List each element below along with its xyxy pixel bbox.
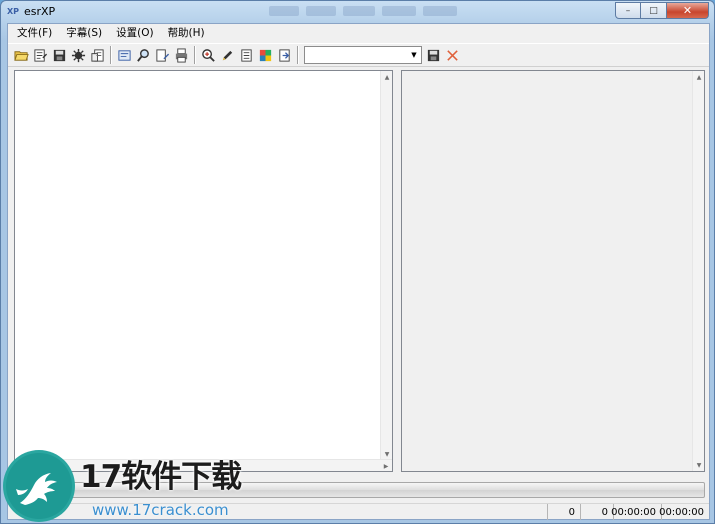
dragon-logo-icon xyxy=(3,450,75,522)
process-icon xyxy=(71,48,86,62)
save-as-button[interactable] xyxy=(31,46,50,65)
toolbar-separator xyxy=(297,46,299,64)
export-icon xyxy=(279,48,290,62)
document-icon xyxy=(241,48,252,62)
status-time-start: 00:00:00 xyxy=(611,504,661,520)
edit-file-icon xyxy=(156,48,170,62)
pen-button[interactable] xyxy=(218,46,237,65)
watermark-url: www.17crack.com xyxy=(92,501,229,519)
watermark: 17软件下载 www.17crack.com xyxy=(0,445,260,524)
properties-icon xyxy=(91,48,104,62)
background-blur xyxy=(306,6,336,16)
save-icon xyxy=(53,49,66,61)
toolbar: ▼ xyxy=(8,43,709,67)
window-controls: – □ ✕ xyxy=(615,2,709,19)
print-button[interactable] xyxy=(172,46,191,65)
status-count-b: 0 xyxy=(580,504,613,520)
scroll-down-icon[interactable]: ▼ xyxy=(693,459,705,471)
zoom-button[interactable] xyxy=(199,46,218,65)
maximize-button[interactable]: □ xyxy=(641,2,667,19)
status-count-a: 0 xyxy=(547,504,580,520)
window-title: esrXP xyxy=(24,5,56,18)
document-button[interactable] xyxy=(237,46,256,65)
menu-file[interactable]: 文件(F) xyxy=(10,25,59,42)
subtitle-list-pane[interactable]: ▲ ▼ ▶ xyxy=(14,70,393,472)
toolbar-separator xyxy=(194,46,196,64)
save-icon xyxy=(427,49,440,61)
scroll-up-icon[interactable]: ▲ xyxy=(693,71,705,83)
vertical-scrollbar[interactable]: ▲ ▼ xyxy=(380,71,392,460)
delete-button[interactable] xyxy=(443,46,462,65)
search-icon xyxy=(137,48,149,62)
vertical-scrollbar[interactable]: ▲ ▼ xyxy=(692,71,704,471)
toolbar-separator xyxy=(110,46,112,64)
menu-help[interactable]: 帮助(H) xyxy=(161,25,212,42)
status-time-end: 00:00:00 xyxy=(659,504,709,520)
subtitle-icon xyxy=(118,49,131,61)
menu-settings[interactable]: 设置(O) xyxy=(109,25,160,42)
pen-icon xyxy=(222,50,233,60)
save-as-icon xyxy=(34,48,48,62)
scroll-up-icon[interactable]: ▲ xyxy=(381,71,393,83)
search-button[interactable] xyxy=(134,46,153,65)
properties-button[interactable] xyxy=(88,46,107,65)
delete-icon xyxy=(447,49,458,61)
combo-save-button[interactable] xyxy=(424,46,443,65)
background-blur xyxy=(382,6,416,16)
menu-subtitle[interactable]: 字幕(S) xyxy=(59,25,109,42)
title-bar[interactable]: XP esrXP – □ ✕ xyxy=(1,1,714,23)
process-button[interactable] xyxy=(69,46,88,65)
preview-pane[interactable]: ▲ ▼ xyxy=(401,70,705,472)
print-icon xyxy=(175,47,188,63)
subtitle-button[interactable] xyxy=(115,46,134,65)
scroll-right-icon[interactable]: ▶ xyxy=(380,460,392,472)
background-blur xyxy=(343,6,375,16)
edit-file-button[interactable] xyxy=(153,46,172,65)
background-blur xyxy=(269,6,299,16)
subtitle-combo[interactable]: ▼ xyxy=(304,46,422,64)
color-icon xyxy=(259,49,272,61)
save-button[interactable] xyxy=(50,46,69,65)
minimize-button[interactable]: – xyxy=(615,2,641,19)
open-folder-icon xyxy=(14,50,29,61)
chevron-down-icon[interactable]: ▼ xyxy=(407,47,421,63)
export-button[interactable] xyxy=(275,46,294,65)
combo-value xyxy=(305,47,407,63)
watermark-title: 17软件下载 xyxy=(80,459,242,495)
close-button[interactable]: ✕ xyxy=(667,2,709,19)
open-folder-button[interactable] xyxy=(12,46,31,65)
color-button[interactable] xyxy=(256,46,275,65)
zoom-icon xyxy=(202,48,215,62)
background-blur xyxy=(423,6,457,16)
menu-bar: 文件(F) 字幕(S) 设置(O) 帮助(H) xyxy=(8,24,709,43)
app-icon: XP xyxy=(7,7,20,16)
